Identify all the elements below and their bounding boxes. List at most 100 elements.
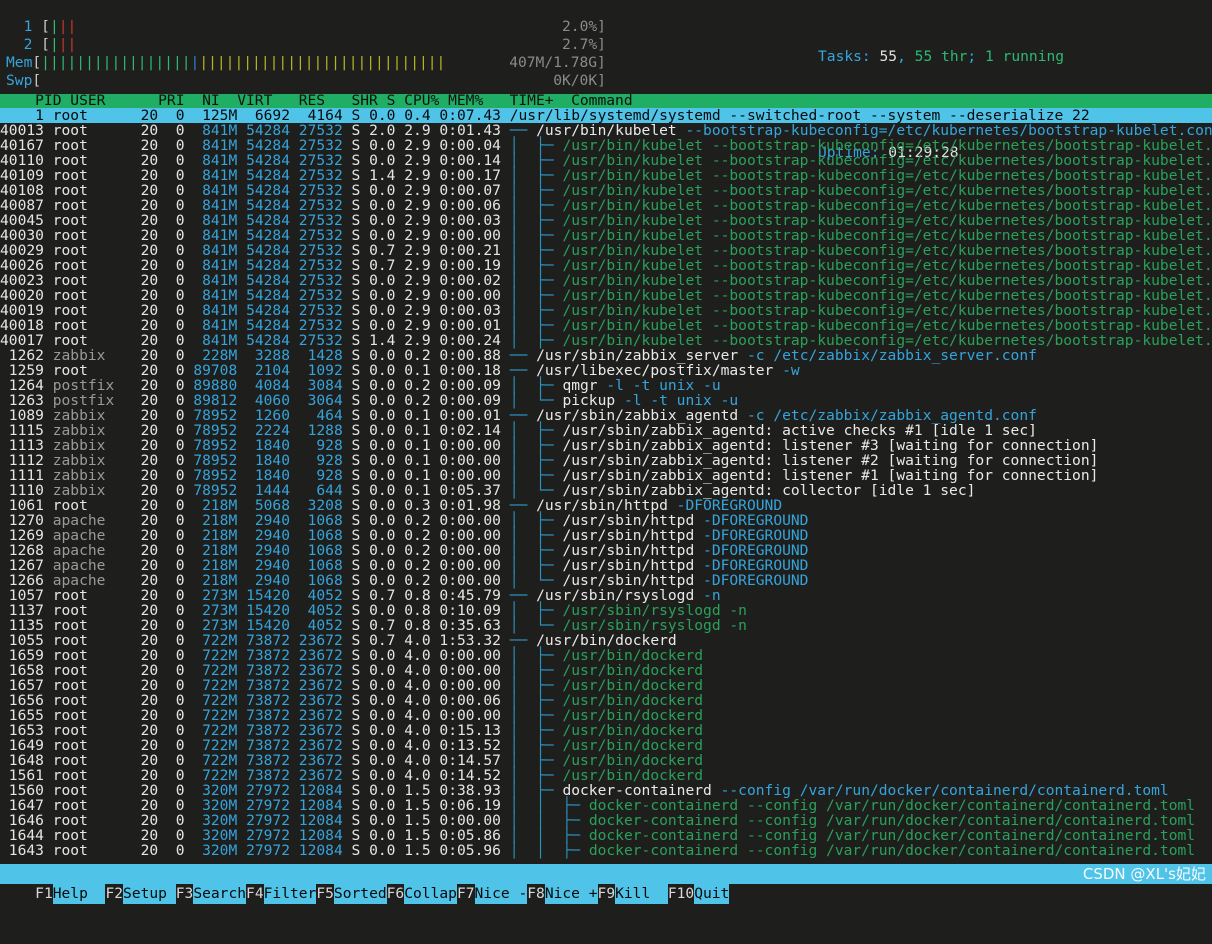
function-key-f8[interactable]: F8 [527,884,545,904]
function-key-label-f1[interactable]: Help [52,884,106,904]
cell-pid: 1643 [0,842,44,859]
table-row[interactable]: 40030 root 20 0 841M 54284 27532 S 0.0 2… [0,228,1212,243]
meter-row-cpu2[interactable]: 2 [||| 2.7%] [6,36,726,54]
function-key-f6[interactable]: F6 [386,884,405,904]
meter-column: 1 [||| 2.0%] 2 [||| 2.7%] Mem[|||||||||||||… [6,18,726,90]
meter-bar: ||| [50,36,76,54]
table-row[interactable]: 1561 root 20 0 722M 73872 23672 S 0.0 4.… [0,768,1212,783]
table-row[interactable]: 1266 apache 20 0 218M 2940 1068 S 0.0 0.… [0,573,1212,588]
meter-value: 0K/0K] [553,72,606,89]
table-row[interactable]: 1647 root 20 0 320M 27972 12084 S 0.0 1.… [0,798,1212,813]
meter-value: 2.7%] [562,36,606,53]
table-row[interactable]: 40020 root 20 0 841M 54284 27532 S 0.0 2… [0,288,1212,303]
table-row[interactable]: 1269 apache 20 0 218M 2940 1068 S 0.0 0.… [0,528,1212,543]
tasks-count: 55 [879,48,898,65]
function-key-label-f3[interactable]: Search [193,884,247,904]
cell-ni: 0 [158,842,185,859]
table-row[interactable]: 1262 zabbix 20 0 228M 3288 1428 S 0.0 0.… [0,348,1212,363]
table-header-row[interactable]: PID USER PRI NI VIRT RES SHR S CPU% MEM%… [0,93,1212,108]
meter-row-cpu1[interactable]: 1 [||| 2.0%] [6,18,726,36]
tasks-label: Tasks: [818,48,880,65]
table-row[interactable]: 1656 root 20 0 722M 73872 23672 S 0.0 4.… [0,693,1212,708]
table-row[interactable]: 1111 zabbix 20 0 78952 1840 928 S 0.0 0.… [0,468,1212,483]
function-key-f10[interactable]: F10 [667,884,695,904]
function-key-bar: F1Help F2Setup F3SearchF4FilterF5SortedF… [0,864,1212,904]
table-row[interactable]: 1089 zabbix 20 0 78952 1260 464 S 0.0 0.… [0,408,1212,423]
table-row[interactable]: 1648 root 20 0 722M 73872 23672 S 0.0 4.… [0,753,1212,768]
cell-mem: 1.5 [395,842,431,859]
cell-virt: 320M [193,842,238,859]
thread-separator: ; [967,48,985,65]
table-row[interactable]: 1057 root 20 0 273M 15420 4052 S 0.7 0.8… [0,588,1212,603]
function-key-label-f8[interactable]: Nice + [544,884,598,904]
function-key-f4[interactable]: F4 [246,884,264,904]
table-row[interactable]: 1061 root 20 0 218M 5068 3208 S 0.0 0.3 … [0,498,1212,513]
cell-command-args: -w [773,362,800,379]
table-row[interactable]: 40087 root 20 0 841M 54284 27532 S 0.0 2… [0,198,1212,213]
process-rows: 1 root 20 0 125M 6692 4164 S 0.0 0.4 0:0… [0,108,1212,858]
table-row[interactable]: 1112 zabbix 20 0 78952 1840 928 S 0.0 0.… [0,453,1212,468]
table-row[interactable]: 1263 postfix 20 0 89812 4060 3064 S 0.0 … [0,393,1212,408]
function-key-f2[interactable]: F2 [105,884,124,904]
function-key-label-f4[interactable]: Filter [263,884,317,904]
table-row[interactable]: 1657 root 20 0 722M 73872 23672 S 0.0 4.… [0,678,1212,693]
function-key-f1[interactable]: F1 [35,884,53,904]
table-row[interactable]: 1659 root 20 0 722M 73872 23672 S 0.0 4.… [0,648,1212,663]
table-row[interactable]: 1649 root 20 0 722M 73872 23672 S 0.0 4.… [0,738,1212,753]
meter-row-mem[interactable]: Mem[||||||||||||||||||||||||||||||||||||… [6,54,726,72]
table-row[interactable]: 40029 root 20 0 841M 54284 27532 S 0.7 2… [0,243,1212,258]
function-key-f3[interactable]: F3 [175,884,194,904]
function-key-label-f7[interactable]: Nice - [474,884,528,904]
table-row[interactable]: 1137 root 20 0 273M 15420 4052 S 0.0 0.8… [0,603,1212,618]
table-row[interactable]: 1270 apache 20 0 218M 2940 1068 S 0.0 0.… [0,513,1212,528]
table-row[interactable]: 40109 root 20 0 841M 54284 27532 S 1.4 2… [0,168,1212,183]
function-key-f5[interactable]: F5 [316,884,334,904]
table-row[interactable]: 40108 root 20 0 841M 54284 27532 S 0.0 2… [0,183,1212,198]
meter-row-swap[interactable]: Swp[0K/0K] [6,72,726,90]
meter-label: Swp [6,72,33,89]
table-row[interactable]: 1655 root 20 0 722M 73872 23672 S 0.0 4.… [0,708,1212,723]
table-row[interactable]: 1267 apache 20 0 218M 2940 1068 S 0.0 0.… [0,558,1212,573]
cell-res: 27972 [246,842,290,859]
table-row[interactable]: 40023 root 20 0 841M 54284 27532 S 0.0 2… [0,273,1212,288]
table-row[interactable]: 1653 root 20 0 722M 73872 23672 S 0.0 4.… [0,723,1212,738]
running-label: running [993,48,1065,65]
cell-state: S [351,842,361,859]
table-row[interactable]: 40018 root 20 0 841M 54284 27532 S 0.0 2… [0,318,1212,333]
table-row[interactable]: 40167 root 20 0 841M 54284 27532 S 0.0 2… [0,138,1212,153]
table-row[interactable]: 1268 apache 20 0 218M 2940 1068 S 0.0 0.… [0,543,1212,558]
table-row[interactable]: 40110 root 20 0 841M 54284 27532 S 0.0 2… [0,153,1212,168]
table-row[interactable]: 1113 zabbix 20 0 78952 1840 928 S 0.0 0.… [0,438,1212,453]
table-row[interactable]: 40017 root 20 0 841M 54284 27532 S 1.4 2… [0,333,1212,348]
table-row[interactable]: 1644 root 20 0 320M 27972 12084 S 0.0 1.… [0,828,1212,843]
cell-gap4 [290,842,299,859]
cell-gap6 [501,842,510,859]
function-key-label-f9[interactable]: Kill [615,884,668,904]
table-row[interactable]: 1646 root 20 0 320M 27972 12084 S 0.0 1.… [0,813,1212,828]
table-row[interactable]: 40013 root 20 0 841M 54284 27532 S 2.0 2… [0,123,1212,138]
meter-open-bracket: [ [32,54,42,71]
meter-open-bracket: [ [32,72,42,89]
function-key-f9[interactable]: F9 [597,884,616,904]
function-key-label-f5[interactable]: Sorted [333,884,387,904]
table-row[interactable]: 40026 root 20 0 841M 54284 27532 S 0.7 2… [0,258,1212,273]
table-row[interactable]: 40045 root 20 0 841M 54284 27532 S 0.0 2… [0,213,1212,228]
function-keys: F1Help F2Setup F3SearchF4FilterF5SortedF… [35,884,730,904]
table-row[interactable]: 40019 root 20 0 841M 54284 27532 S 0.0 2… [0,303,1212,318]
table-row[interactable]: 1643 root 20 0 320M 27972 12084 S 0.0 1.… [0,843,1212,858]
table-row[interactable]: 1 root 20 0 125M 6692 4164 S 0.0 0.4 0:0… [0,108,1212,123]
table-row[interactable]: 1560 root 20 0 320M 27972 12084 S 0.0 1.… [0,783,1212,798]
function-key-label-f6[interactable]: Collap [404,884,457,904]
thread-label: thr [932,48,968,65]
tasks-row: Tasks: 55, 55 thr; 1 running [818,48,1212,66]
table-row[interactable]: 1658 root 20 0 722M 73872 23672 S 0.0 4.… [0,663,1212,678]
table-row[interactable]: 1110 zabbix 20 0 78952 1444 644 S 0.0 0.… [0,483,1212,498]
table-row[interactable]: 1264 postfix 20 0 89880 4084 3084 S 0.0 … [0,378,1212,393]
function-key-label-f2[interactable]: Setup [123,884,176,904]
table-row[interactable]: 1115 zabbix 20 0 78952 2224 1288 S 0.0 0… [0,423,1212,438]
table-row[interactable]: 1055 root 20 0 722M 73872 23672 S 0.7 4.… [0,633,1212,648]
table-row[interactable]: 1135 root 20 0 273M 15420 4052 S 0.7 0.8… [0,618,1212,633]
function-key-f7[interactable]: F7 [456,884,475,904]
table-row[interactable]: 1259 root 20 0 89708 2104 1092 S 0.0 0.1… [0,363,1212,378]
function-key-label-f10[interactable]: Quit [694,884,730,904]
